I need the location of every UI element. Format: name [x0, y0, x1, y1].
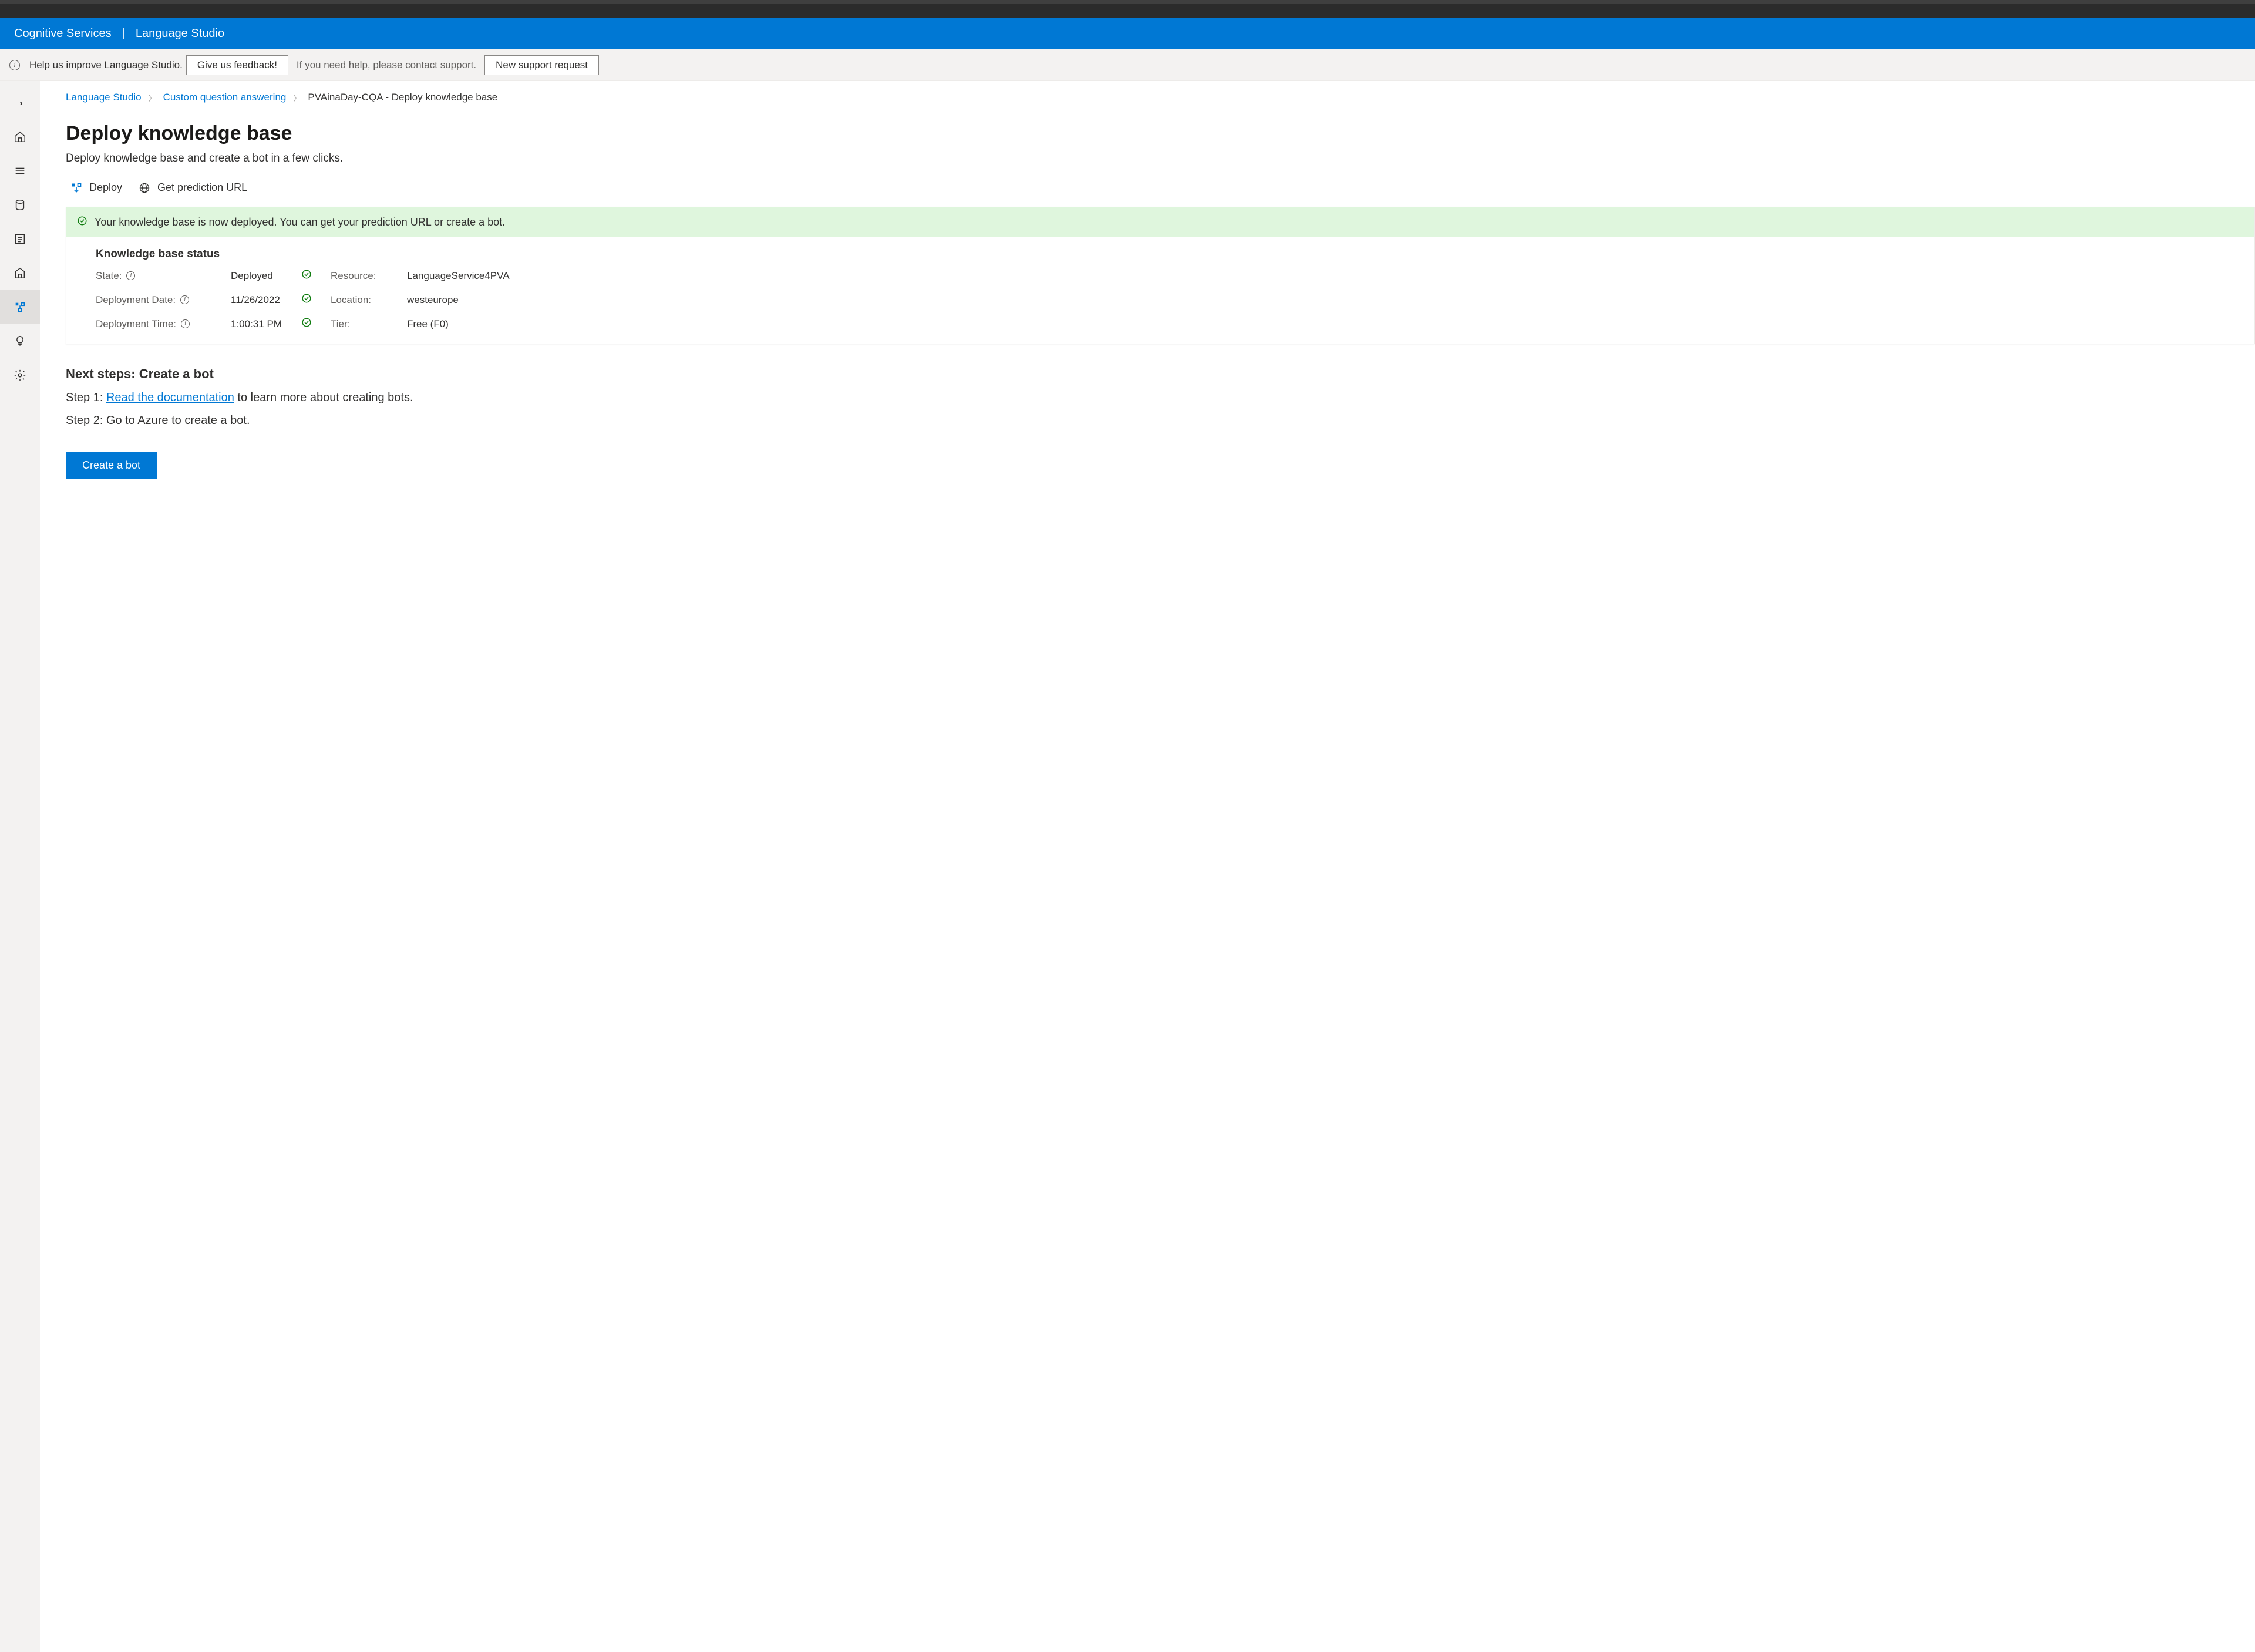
help-contact-text: If you need help, please contact support… [297, 59, 476, 71]
deploy-icon [14, 301, 26, 314]
sidebar-schema[interactable] [0, 154, 40, 188]
sidebar-improve[interactable] [0, 324, 40, 358]
info-icon[interactable]: i [180, 295, 189, 304]
info-icon[interactable]: i [126, 271, 135, 280]
check-icon [301, 317, 331, 331]
app-header: Cognitive Services | Language Studio [0, 18, 2255, 49]
info-icon: i [9, 60, 20, 70]
success-banner: Your knowledge base is now deployed. You… [66, 207, 2254, 237]
success-banner-text: Your knowledge base is now deployed. You… [95, 216, 505, 228]
browser-chrome-top [0, 0, 2255, 18]
breadcrumb: Language Studio 〉 Custom question answer… [66, 92, 2255, 103]
lightbulb-icon [14, 335, 26, 348]
page-title: Deploy knowledge base [66, 122, 2255, 145]
help-improve-text: Help us improve Language Studio. [29, 59, 183, 71]
deploy-action-icon [70, 182, 82, 194]
header-product: Cognitive Services [14, 27, 112, 41]
sidebar-data[interactable] [0, 188, 40, 222]
breadcrumb-link-studio[interactable]: Language Studio [66, 92, 142, 103]
sidebar-nav: ›› [0, 81, 40, 1652]
get-prediction-url-label: Get prediction URL [157, 181, 247, 194]
step-1: Step 1: Read the documentation to learn … [66, 391, 2255, 405]
action-toolbar: Deploy Get prediction URL [66, 181, 2255, 194]
header-studio: Language Studio [136, 27, 224, 41]
deployment-date-value: 11/26/2022 [231, 294, 301, 306]
read-documentation-link[interactable]: Read the documentation [106, 391, 234, 404]
tier-value: Free (F0) [407, 318, 560, 330]
success-check-icon [77, 216, 87, 229]
check-icon [301, 293, 331, 307]
globe-icon [139, 182, 150, 194]
create-bot-button[interactable]: Create a bot [66, 452, 157, 479]
step-2: Step 2: Go to Azure to create a bot. [66, 414, 2255, 428]
location-label: Location: [331, 294, 407, 306]
sidebar-home[interactable] [0, 120, 40, 154]
location-value: westeurope [407, 294, 560, 306]
deploy-action-label: Deploy [89, 181, 122, 194]
status-card: Your knowledge base is now deployed. You… [66, 207, 2255, 344]
database-icon [14, 198, 26, 211]
tier-label: Tier: [331, 318, 407, 330]
building-icon [14, 267, 26, 280]
status-section-title: Knowledge base status [96, 248, 2225, 261]
gear-icon [14, 369, 26, 382]
chevron-double-right-icon: ›› [19, 98, 20, 107]
support-request-button[interactable]: New support request [484, 55, 599, 75]
state-value: Deployed [231, 270, 301, 282]
announcement-bar: i Help us improve Language Studio. Give … [0, 49, 2255, 81]
header-divider: | [122, 27, 125, 41]
lines-icon [14, 164, 26, 177]
sidebar-expand[interactable]: ›› [0, 86, 40, 120]
deployment-date-label: Deployment Date:i [96, 294, 231, 306]
sidebar-edit-kb[interactable] [0, 222, 40, 256]
deployment-time-label: Deployment Time:i [96, 318, 231, 330]
document-icon [14, 233, 26, 245]
page-subtitle: Deploy knowledge base and create a bot i… [66, 152, 2255, 165]
get-prediction-url-action[interactable]: Get prediction URL [139, 181, 247, 194]
resource-value: LanguageService4PVA [407, 270, 560, 282]
sidebar-deploy[interactable] [0, 290, 40, 324]
chevron-right-icon: 〉 [149, 92, 156, 103]
breadcrumb-current: PVAinaDay-CQA - Deploy knowledge base [308, 92, 497, 103]
next-steps-heading: Next steps: Create a bot [66, 366, 2255, 382]
check-icon [301, 269, 331, 282]
chevron-right-icon: 〉 [293, 92, 301, 103]
feedback-button[interactable]: Give us feedback! [186, 55, 288, 75]
sidebar-settings[interactable] [0, 358, 40, 392]
info-icon[interactable]: i [181, 319, 190, 328]
deployment-time-value: 1:00:31 PM [231, 318, 301, 330]
main-content: Language Studio 〉 Custom question answer… [40, 81, 2255, 1652]
resource-label: Resource: [331, 270, 407, 282]
sidebar-training[interactable] [0, 256, 40, 290]
deploy-action[interactable]: Deploy [70, 181, 122, 194]
home-icon [14, 130, 26, 143]
status-grid: State:i Deployed Resource: LanguageServi… [96, 269, 2225, 331]
state-label: State:i [96, 270, 231, 282]
breadcrumb-link-cqa[interactable]: Custom question answering [163, 92, 287, 103]
